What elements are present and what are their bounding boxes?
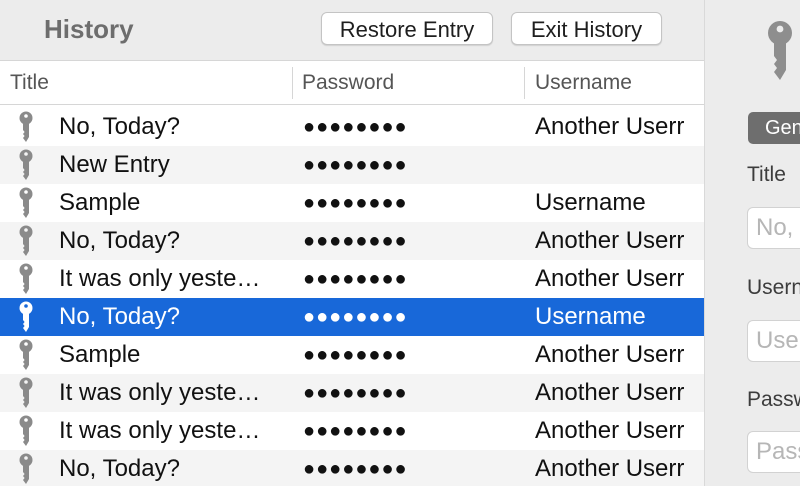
username-field[interactable]: [747, 320, 800, 362]
column-divider[interactable]: [292, 67, 293, 99]
table-row[interactable]: No, Today? ●●●●●●●● Username: [0, 298, 704, 336]
tab-general[interactable]: General: [748, 112, 800, 144]
row-title: New Entry: [59, 151, 170, 178]
row-username: Another Userr: [535, 417, 685, 444]
row-username: [535, 146, 704, 184]
row-username: Another Userr: [535, 341, 685, 368]
row-password: ●●●●●●●●: [303, 192, 408, 214]
table-row[interactable]: No, Today? ●●●●●●●● Another Userr: [0, 222, 704, 260]
table-row[interactable]: No, Today? ●●●●●●●● Another Userr: [0, 108, 704, 146]
column-header-username[interactable]: Username: [535, 61, 704, 104]
row-title: No, Today?: [59, 113, 180, 140]
history-pane: History Restore Entry Exit History Title…: [0, 0, 704, 486]
row-title: Sample: [59, 189, 141, 216]
row-title: It was only yeste…: [59, 265, 261, 292]
row-username: Another Userr: [535, 379, 685, 406]
entry-detail-pane: General Title Username Password: [704, 0, 800, 486]
row-username: Username: [535, 303, 646, 330]
restore-entry-button[interactable]: Restore Entry: [321, 12, 493, 45]
row-username: Another Userr: [535, 227, 685, 254]
row-password: ●●●●●●●●: [303, 306, 408, 328]
title-field-label: Title: [747, 163, 786, 186]
password-field[interactable]: [747, 431, 800, 473]
history-window: History Restore Entry Exit History Title…: [0, 0, 800, 486]
table-row[interactable]: It was only yeste… ●●●●●●●● Another Userr: [0, 374, 704, 412]
key-icon: [768, 21, 792, 80]
row-title: No, Today?: [59, 303, 180, 330]
row-password: ●●●●●●●●: [303, 420, 408, 442]
row-password: ●●●●●●●●: [303, 382, 408, 404]
table-row[interactable]: It was only yeste… ●●●●●●●● Another Userr: [0, 412, 704, 450]
username-field-label: Username: [747, 276, 800, 299]
row-password: ●●●●●●●●: [303, 230, 408, 252]
row-password: ●●●●●●●●: [303, 154, 408, 176]
password-field-label: Password: [747, 388, 800, 411]
row-username: Another Userr: [535, 455, 685, 482]
row-password: ●●●●●●●●: [303, 268, 408, 290]
table-row[interactable]: New Entry ●●●●●●●●: [0, 146, 704, 184]
column-divider[interactable]: [524, 67, 525, 99]
column-header-title[interactable]: Title: [10, 61, 290, 104]
row-username: Username: [535, 189, 646, 216]
table-row[interactable]: Sample ●●●●●●●● Another Userr: [0, 336, 704, 374]
row-title: No, Today?: [59, 227, 180, 254]
column-header-password[interactable]: Password: [302, 61, 522, 104]
row-password: ●●●●●●●●: [303, 458, 408, 480]
row-password: ●●●●●●●●: [303, 116, 408, 138]
exit-history-button[interactable]: Exit History: [511, 12, 662, 45]
title-field[interactable]: [747, 207, 800, 249]
row-title: It was only yeste…: [59, 417, 261, 444]
table-header: Title Password Username: [0, 60, 704, 105]
table-row[interactable]: No, Today? ●●●●●●●● Another Userr: [0, 450, 704, 486]
row-password: ●●●●●●●●: [303, 344, 408, 366]
row-username: Another Userr: [535, 265, 685, 292]
row-title: Sample: [59, 341, 141, 368]
history-title: History: [44, 14, 134, 44]
history-entries-list: No, Today? ●●●●●●●● Another Userr New Entry…: [0, 108, 704, 486]
row-title: No, Today?: [59, 455, 180, 482]
row-title: It was only yeste…: [59, 379, 261, 406]
table-row[interactable]: It was only yeste… ●●●●●●●● Another Userr: [0, 260, 704, 298]
row-username: Another Userr: [535, 113, 685, 140]
table-row[interactable]: Sample ●●●●●●●● Username: [0, 184, 704, 222]
history-toolbar: History Restore Entry Exit History: [0, 0, 704, 60]
